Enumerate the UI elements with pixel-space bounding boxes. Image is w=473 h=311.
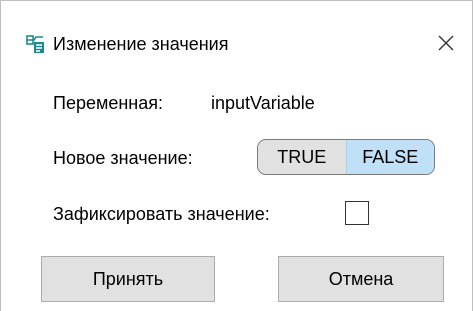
change-value-dialog: Изменение значения Переменная: inputVari… — [0, 0, 473, 311]
toggle-option-true[interactable]: TRUE — [258, 140, 346, 174]
accept-button[interactable]: Принять — [41, 256, 215, 302]
fix-value-checkbox[interactable] — [345, 201, 369, 225]
title-bar: Изменение значения — [1, 1, 472, 65]
variable-label: Переменная: — [53, 93, 163, 113]
dialog-title: Изменение значения — [53, 34, 229, 54]
toggle-option-false[interactable]: FALSE — [345, 140, 434, 174]
close-icon — [437, 34, 455, 57]
close-button[interactable] — [429, 29, 463, 61]
fix-value-label: Зафиксировать значение: — [53, 204, 270, 224]
variable-name: inputVariable — [211, 93, 315, 113]
new-value-label: Новое значение: — [53, 148, 193, 168]
cancel-button[interactable]: Отмена — [278, 256, 444, 302]
value-toggle: TRUE FALSE — [257, 139, 435, 175]
variable-edit-icon — [25, 34, 45, 54]
